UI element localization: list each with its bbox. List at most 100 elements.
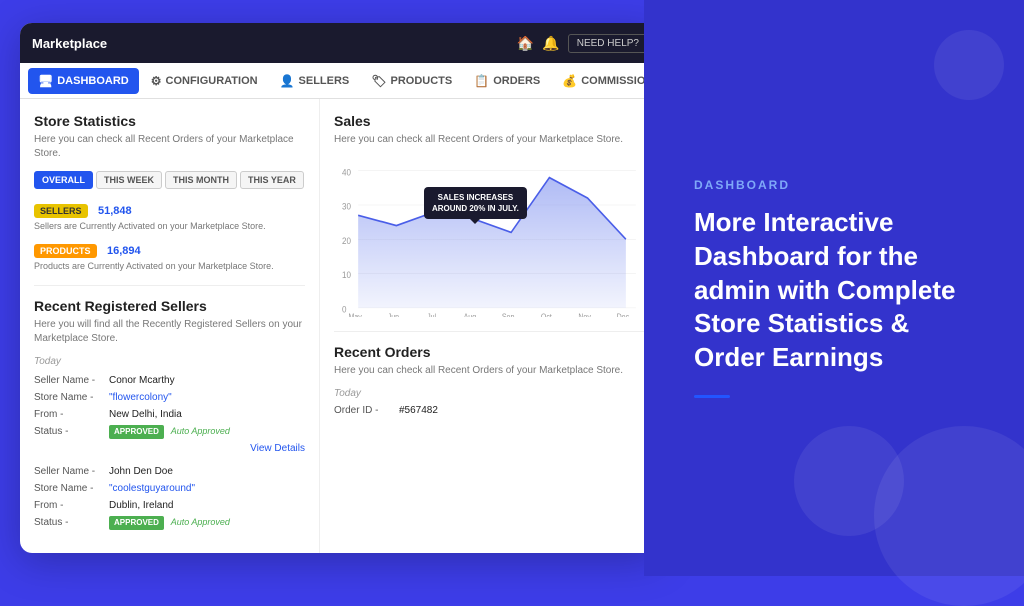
seller-1-status-lbl: Status - [34, 424, 109, 439]
right-panel: DASHBOARD More Interactive Dashboard for… [644, 0, 1024, 576]
products-stat: PRODUCTS 16,894 Products are Currently A… [34, 241, 305, 271]
sales-chart-svg: 40 30 20 10 0 [334, 157, 646, 317]
svg-text:Nov: Nov [578, 312, 591, 317]
config-icon: ⚙ [151, 74, 162, 88]
seller-1-store-val[interactable]: "flowercolony" [109, 390, 172, 405]
seller-2-approved-badge: APPROVED [109, 516, 164, 530]
bell-icon[interactable]: 🔔 [542, 35, 559, 52]
order-id-val: #567482 [399, 405, 438, 416]
recent-orders-section: Recent Orders Here you can check all Rec… [334, 344, 646, 416]
circle-deco-2 [794, 426, 904, 536]
svg-text:20: 20 [342, 235, 351, 246]
products-desc: Products are Currently Activated on your… [34, 261, 305, 271]
today-label-orders: Today [334, 388, 646, 399]
seller-2-store-val[interactable]: "coolestguyaround" [109, 481, 195, 496]
seller-2-name-row: Seller Name - John Den Doe [34, 464, 305, 479]
main-area: Marketplace 🏠 🔔 NEED HELP? 🖥 DASHBOARD ⚙… [0, 0, 680, 576]
today-label-1: Today [34, 356, 305, 367]
nav-products[interactable]: 🏷 PRODUCTS [361, 68, 462, 94]
right-column: Sales Here you can check all Recent Orde… [320, 99, 660, 553]
content-area: Store Statistics Here you can check all … [20, 99, 660, 553]
svg-text:May: May [348, 312, 361, 317]
sellers-badge: SELLERS [34, 204, 88, 218]
seller-1-name-val: Conor Mcarthy [109, 373, 175, 388]
svg-text:0: 0 [342, 304, 347, 315]
orders-icon: 📋 [474, 74, 489, 88]
order-id-lbl: Order ID - [334, 405, 399, 416]
home-icon[interactable]: 🏠 [517, 35, 534, 52]
filter-this-year[interactable]: THIS YEAR [240, 171, 304, 189]
recent-orders-desc: Here you can check all Recent Orders of … [334, 364, 646, 378]
svg-text:30: 30 [342, 201, 351, 212]
nav-brand: Marketplace [32, 36, 107, 51]
sales-desc: Here you can check all Recent Orders of … [334, 133, 646, 147]
svg-text:Oct: Oct [541, 312, 553, 317]
seller-1-name-row: Seller Name - Conor Mcarthy [34, 373, 305, 388]
seller-2-name-val: John Den Doe [109, 464, 173, 479]
seller-1-name-lbl: Seller Name - [34, 373, 109, 388]
sellers-desc: Sellers are Currently Activated on your … [34, 221, 305, 231]
svg-text:Jul: Jul [427, 312, 436, 317]
recent-sellers-section: Recent Registered Sellers Here you will … [34, 298, 305, 530]
products-icon: 🏷 [371, 74, 386, 88]
nav-sellers[interactable]: 👤 SELLERS [270, 68, 360, 94]
commission-icon: 💰 [562, 74, 577, 88]
seller-1-store-row: Store Name - "flowercolony" [34, 390, 305, 405]
nav-bar: Marketplace 🏠 🔔 NEED HELP? [20, 23, 660, 63]
seller-1-from-lbl: From - [34, 407, 109, 422]
seller-1-status-row: Status - APPROVED Auto Approved [34, 424, 305, 439]
svg-text:Sep: Sep [502, 312, 515, 317]
seller-2-status-lbl: Status - [34, 515, 109, 530]
filter-tabs: OVERALL THIS WEEK THIS MONTH THIS YEAR [34, 171, 305, 189]
seller-2-auto-note: Auto Approved [171, 517, 230, 527]
circle-deco-3 [934, 30, 1004, 100]
browser-card: Marketplace 🏠 🔔 NEED HELP? 🖥 DASHBOARD ⚙… [20, 23, 660, 553]
right-panel-heading: More Interactive Dashboard for the admin… [694, 206, 974, 375]
seller-2-store-lbl: Store Name - [34, 481, 109, 496]
svg-text:10: 10 [342, 270, 351, 281]
svg-text:Dec: Dec [617, 312, 630, 317]
order-row-1: Order ID - #567482 [334, 405, 646, 416]
svg-text:Jun: Jun [388, 312, 399, 317]
seller-2-from-lbl: From - [34, 498, 109, 513]
left-column: Store Statistics Here you can check all … [20, 99, 320, 553]
recent-sellers-desc: Here you will find all the Recently Regi… [34, 318, 305, 346]
need-help-button[interactable]: NEED HELP? [568, 34, 648, 53]
store-statistics-desc: Here you can check all Recent Orders of … [34, 133, 305, 161]
seller-2-name-lbl: Seller Name - [34, 464, 109, 479]
dashboard-icon: 🖥 [38, 74, 53, 88]
nav-dashboard[interactable]: 🖥 DASHBOARD [28, 68, 139, 94]
filter-overall[interactable]: OVERALL [34, 171, 93, 189]
sub-nav: 🖥 DASHBOARD ⚙ CONFIGURATION 👤 SELLERS 🏷 … [20, 63, 660, 99]
right-panel-divider [694, 395, 730, 398]
seller-item-2: Seller Name - John Den Doe Store Name - … [34, 464, 305, 530]
products-badge: PRODUCTS [34, 244, 97, 258]
seller-2-store-row: Store Name - "coolestguyaround" [34, 481, 305, 496]
recent-orders-title: Recent Orders [334, 344, 646, 360]
products-value: 16,894 [107, 245, 141, 257]
sellers-icon: 👤 [280, 74, 295, 88]
store-statistics-section: Store Statistics Here you can check all … [34, 113, 305, 271]
nav-icons: 🏠 🔔 NEED HELP? [517, 34, 648, 53]
right-panel-label: DASHBOARD [694, 178, 974, 192]
filter-this-week[interactable]: THIS WEEK [96, 171, 162, 189]
sales-section: Sales Here you can check all Recent Orde… [334, 113, 646, 317]
seller-2-from-row: From - Dublin, Ireland [34, 498, 305, 513]
nav-configuration[interactable]: ⚙ CONFIGURATION [141, 68, 268, 94]
seller-2-status-row: Status - APPROVED Auto Approved [34, 515, 305, 530]
seller-2-from-val: Dublin, Ireland [109, 498, 173, 513]
seller-1-store-lbl: Store Name - [34, 390, 109, 405]
filter-this-month[interactable]: THIS MONTH [165, 171, 237, 189]
view-details-btn-1[interactable]: View Details [34, 443, 305, 454]
seller-1-from-val: New Delhi, India [109, 407, 182, 422]
recent-sellers-title: Recent Registered Sellers [34, 298, 305, 314]
store-statistics-title: Store Statistics [34, 113, 305, 129]
sales-title: Sales [334, 113, 646, 129]
svg-text:Aug: Aug [464, 312, 477, 317]
divider-1 [34, 285, 305, 286]
seller-1-auto-note: Auto Approved [171, 426, 230, 436]
sellers-stat: SELLERS 51,848 Sellers are Currently Act… [34, 201, 305, 231]
nav-orders[interactable]: 📋 ORDERS [464, 68, 550, 94]
seller-item-1: Seller Name - Conor Mcarthy Store Name -… [34, 373, 305, 454]
divider-2 [334, 331, 646, 332]
